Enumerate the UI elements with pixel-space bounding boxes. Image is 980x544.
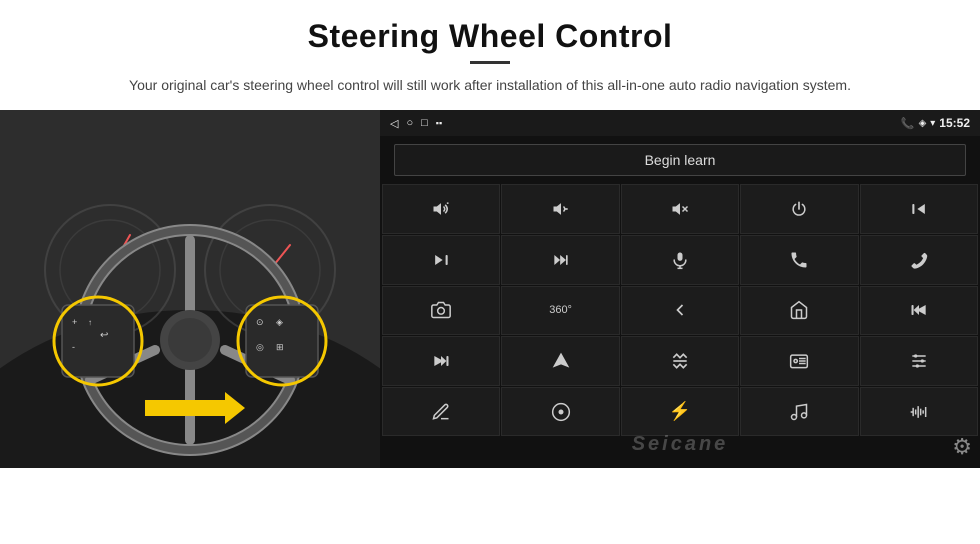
clock: 15:52 [939, 116, 970, 130]
vol-mute-icon [670, 199, 690, 219]
svg-text:⊙: ⊙ [256, 317, 264, 327]
svg-text:↑: ↑ [88, 318, 92, 327]
status-bar: ◁ ○ □ ▪▪ 📞 ◈ ▾ 15:52 [380, 110, 980, 136]
settings-sliders-button[interactable] [860, 336, 978, 386]
status-left: ◁ ○ □ ▪▪ [390, 117, 442, 130]
vol-up-button[interactable] [382, 184, 500, 234]
phone-call-icon [789, 250, 809, 270]
page-title: Steering Wheel Control [60, 18, 920, 55]
steering-wheel-illustration: + - ↑ ↩ ⊙ ◈ ◎ ⊞ [0, 110, 380, 468]
pen-button[interactable] [382, 387, 500, 437]
back-btn[interactable]: ◁ [390, 117, 398, 130]
pen-icon [431, 402, 451, 422]
icon-grid: 360° [380, 184, 980, 438]
360-cam-button[interactable]: 360° [501, 286, 619, 336]
prev-track-icon [909, 199, 929, 219]
bluetooth-button[interactable]: ⚡ [621, 387, 739, 437]
next-track-button[interactable] [382, 235, 500, 285]
eq-icon [670, 351, 690, 371]
bluetooth-icon: ⚡ [669, 401, 691, 422]
camera-button[interactable] [382, 286, 500, 336]
vol-down-button[interactable] [501, 184, 619, 234]
waveform-button[interactable] [860, 387, 978, 437]
bottom-bar: Seicane ⚙ [380, 438, 980, 468]
begin-learn-row: Begin learn [380, 136, 980, 184]
back-button[interactable] [621, 286, 739, 336]
svg-text:-: - [72, 342, 75, 352]
power-button[interactable] [740, 184, 858, 234]
svg-text:⊞: ⊞ [276, 342, 284, 352]
hang-up-icon [909, 250, 929, 270]
settings-gear-icon[interactable]: ⚙ [952, 434, 972, 460]
skip-fwd-icon [431, 351, 451, 371]
music-button[interactable] [740, 387, 858, 437]
music-icon [789, 402, 809, 422]
svg-text:◎: ◎ [256, 342, 264, 352]
fast-fwd-icon [551, 250, 571, 270]
eq-button[interactable] [621, 336, 739, 386]
camera-icon [431, 300, 451, 320]
waveform-icon [909, 402, 929, 422]
vol-mute-button[interactable] [621, 184, 739, 234]
dvr-icon [789, 351, 809, 371]
disc-icon [551, 402, 571, 422]
wifi-icon: ▾ [930, 118, 935, 129]
prev-track-button[interactable] [860, 184, 978, 234]
vol-down-icon [551, 199, 571, 219]
mic-icon [670, 250, 690, 270]
vol-up-icon [431, 199, 451, 219]
svg-text:+: + [72, 317, 77, 327]
square-btn[interactable]: □ [421, 117, 428, 129]
svg-text:◈: ◈ [276, 317, 283, 327]
content-area: + - ↑ ↩ ⊙ ◈ ◎ ⊞ [0, 110, 980, 468]
svg-text:↩: ↩ [100, 330, 108, 341]
phone-call-button[interactable] [740, 235, 858, 285]
signal-icon: ▪▪ [436, 118, 442, 128]
home-icon [789, 300, 809, 320]
page-container: Steering Wheel Control Your original car… [0, 0, 980, 544]
circle-btn[interactable]: ○ [406, 117, 413, 129]
begin-learn-button[interactable]: Begin learn [394, 144, 966, 176]
header-section: Steering Wheel Control Your original car… [0, 0, 980, 106]
mic-button[interactable] [621, 235, 739, 285]
home-button[interactable] [740, 286, 858, 336]
nav-icon [551, 351, 571, 371]
settings-sliders-icon [909, 351, 929, 371]
skip-back-button[interactable] [860, 286, 978, 336]
skip-back-icon [909, 300, 929, 320]
hang-up-button[interactable] [860, 235, 978, 285]
control-panel: ◁ ○ □ ▪▪ 📞 ◈ ▾ 15:52 Begin learn [380, 110, 980, 468]
next-track-icon [431, 250, 451, 270]
status-right: 📞 ◈ ▾ 15:52 [901, 116, 970, 130]
image-panel: + - ↑ ↩ ⊙ ◈ ◎ ⊞ [0, 110, 380, 468]
dvr-button[interactable] [740, 336, 858, 386]
power-icon [789, 199, 809, 219]
subtitle-text: Your original car's steering wheel contr… [60, 74, 920, 96]
nav-button[interactable] [501, 336, 619, 386]
skip-fwd-button[interactable] [382, 336, 500, 386]
fast-fwd-button[interactable] [501, 235, 619, 285]
360-cam-icon: 360° [549, 304, 572, 316]
back-icon [670, 300, 690, 320]
location-icon: ◈ [919, 118, 927, 129]
disc-button[interactable] [501, 387, 619, 437]
title-divider [470, 61, 510, 64]
phone-icon: 📞 [901, 117, 915, 130]
